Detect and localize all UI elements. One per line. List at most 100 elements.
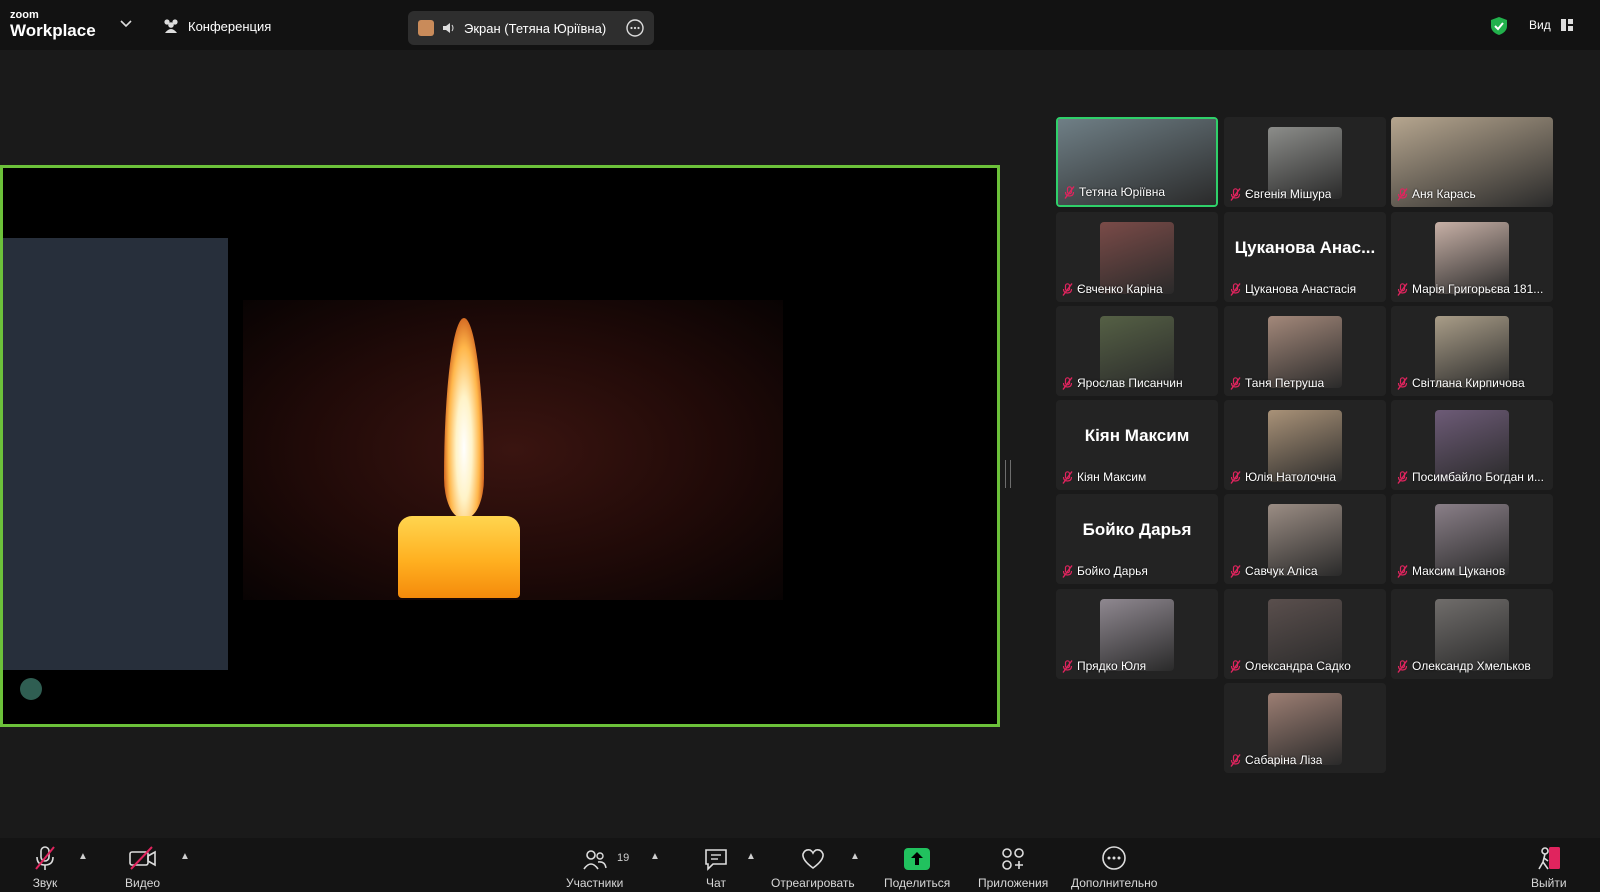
participant-name: Тетяна Юріївна — [1079, 185, 1166, 199]
participant-name: Посимбайло Богдан и... — [1412, 470, 1544, 484]
video-button[interactable]: Видео — [125, 845, 160, 890]
participant-tile[interactable]: Цуканова Анас... Цуканова Анастасія — [1224, 212, 1386, 302]
participant-tile[interactable]: Сабаріна Ліза — [1224, 683, 1386, 773]
participant-tile[interactable]: Юлія Натолочна — [1224, 400, 1386, 490]
participants-button[interactable]: Участники — [566, 845, 623, 890]
mic-muted-icon — [1230, 659, 1241, 673]
share-label: Поделиться — [884, 876, 951, 890]
mic-muted-icon — [1397, 470, 1408, 484]
chat-button[interactable]: Чат — [703, 845, 729, 890]
audio-options-caret[interactable]: ▲ — [78, 851, 88, 862]
apps-label: Приложения — [978, 876, 1049, 890]
participant-tile[interactable]: Тетяна Юріївна — [1056, 117, 1218, 207]
participant-tile[interactable]: Євгенія Мішура — [1224, 117, 1386, 207]
participant-tile[interactable]: Олександра Садко — [1224, 589, 1386, 679]
top-bar: zoom Workplace Конференция Экран (Тетяна… — [0, 0, 1600, 50]
mic-muted-icon — [1062, 659, 1073, 673]
participant-name-label: Євгенія Мішура — [1230, 185, 1382, 203]
participant-name-label: Олександр Хмельков — [1397, 657, 1549, 675]
participant-name: Ярослав Писанчин — [1077, 376, 1183, 390]
chat-icon — [705, 849, 727, 871]
participant-name-label: Євченко Каріна — [1062, 280, 1214, 298]
bottom-toolbar: Звук ▲ Видео ▲ Участники 19 ▲ Чат ▲ Отре… — [0, 838, 1600, 892]
mic-muted-icon — [1062, 282, 1073, 296]
audio-label: Звук — [32, 876, 58, 890]
participants-options-caret[interactable]: ▲ — [650, 851, 660, 862]
conference-menu[interactable]: Конференция — [162, 18, 271, 34]
participant-tile[interactable]: Олександр Хмельков — [1391, 589, 1553, 679]
conference-label: Конференция — [188, 18, 272, 34]
participant-tile[interactable]: Кіян Максим Кіян Максим — [1056, 400, 1218, 490]
logo-big-text: Workplace — [10, 21, 96, 40]
mic-muted-icon — [1062, 376, 1073, 390]
mic-muted-icon — [1397, 564, 1408, 578]
sharer-avatar — [418, 20, 434, 36]
participant-tile[interactable]: Максим Цуканов — [1391, 494, 1553, 584]
participant-name: Максим Цуканов — [1412, 564, 1506, 578]
participant-tile[interactable]: Бойко Дарья Бойко Дарья — [1056, 494, 1218, 584]
mic-muted-icon — [1230, 282, 1241, 296]
more-options-icon[interactable] — [626, 19, 644, 37]
participant-tile[interactable]: Таня Петруша — [1224, 306, 1386, 396]
more-button[interactable]: Дополнительно — [1071, 845, 1157, 890]
leave-icon — [1538, 847, 1560, 870]
resize-handle[interactable] — [1005, 460, 1011, 488]
participant-name-label: Сабаріна Ліза — [1230, 751, 1382, 769]
participant-name: Бойко Дарья — [1077, 564, 1148, 578]
participant-tile[interactable]: Світлана Кирпичова — [1391, 306, 1553, 396]
participant-name: Цуканова Анастасія — [1245, 282, 1357, 296]
people-icon — [164, 19, 178, 33]
mic-muted-icon — [35, 846, 55, 870]
mic-muted-icon — [1062, 564, 1073, 578]
apps-button[interactable]: Приложения — [978, 845, 1048, 890]
participants-icon — [583, 850, 607, 870]
video-options-caret[interactable]: ▲ — [180, 851, 190, 862]
heart-icon — [801, 849, 824, 869]
mic-muted-icon — [1397, 187, 1408, 201]
participant-name-label: Таня Петруша — [1230, 374, 1382, 392]
participant-tile[interactable]: Посимбайло Богдан и... — [1391, 400, 1553, 490]
participant-tile[interactable]: Савчук Аліса — [1224, 494, 1386, 584]
apps-icon — [1002, 848, 1024, 870]
participant-name-label: Юлія Натолочна — [1230, 468, 1382, 486]
participant-name-label: Кіян Максим — [1062, 468, 1214, 486]
video-label: Видео — [125, 876, 161, 890]
chevron-down-icon[interactable] — [120, 20, 132, 28]
logo-small-text: zoom — [10, 9, 39, 21]
participant-name-label: Аня Карась — [1397, 185, 1549, 203]
overlay-panel — [3, 238, 228, 670]
grid-view-icon[interactable] — [1561, 19, 1573, 31]
mic-muted-icon — [1397, 282, 1408, 296]
participant-tile[interactable]: Прядко Юля — [1056, 589, 1218, 679]
participant-name-label: Марія Григорьєва 181... — [1397, 280, 1549, 298]
participant-name: Прядко Юля — [1077, 659, 1147, 673]
share-indicator-icon — [20, 678, 42, 700]
view-menu[interactable]: Вид — [1529, 18, 1551, 32]
shared-screen[interactable] — [0, 165, 1000, 727]
audio-button[interactable]: Звук — [32, 845, 58, 890]
participant-name-label: Посимбайло Богдан и... — [1397, 468, 1549, 486]
speaker-icon — [443, 23, 454, 33]
participant-tile[interactable]: Ярослав Писанчин — [1056, 306, 1218, 396]
participants-count: 19 — [617, 852, 630, 864]
participant-name: Таня Петруша — [1245, 376, 1325, 390]
leave-button[interactable]: Выйти — [1531, 845, 1567, 890]
screen-share-pill[interactable]: Экран (Тетяна Юріївна) — [408, 11, 654, 45]
participant-display-name: Цуканова Анас... — [1234, 238, 1376, 257]
react-options-caret[interactable]: ▲ — [850, 851, 860, 862]
participant-tile[interactable]: Аня Карась — [1391, 117, 1553, 207]
participant-name: Олександр Хмельков — [1412, 659, 1531, 673]
security-shield-icon[interactable] — [1490, 16, 1508, 36]
share-screen-icon — [904, 848, 931, 870]
chat-options-caret[interactable]: ▲ — [746, 851, 756, 862]
participant-name: Марія Григорьєва 181... — [1412, 282, 1544, 296]
participant-tile[interactable]: Марія Григорьєва 181... — [1391, 212, 1553, 302]
react-button[interactable]: Отреагировать — [771, 845, 855, 890]
participant-tile[interactable]: Євченко Каріна — [1056, 212, 1218, 302]
video-off-icon — [128, 846, 156, 870]
participant-name-label: Максим Цуканов — [1397, 562, 1549, 580]
mic-muted-icon — [1230, 564, 1241, 578]
share-button[interactable]: Поделиться — [884, 845, 950, 890]
participant-name: Юлія Натолочна — [1245, 470, 1337, 484]
zoom-logo: zoom Workplace — [10, 9, 96, 40]
